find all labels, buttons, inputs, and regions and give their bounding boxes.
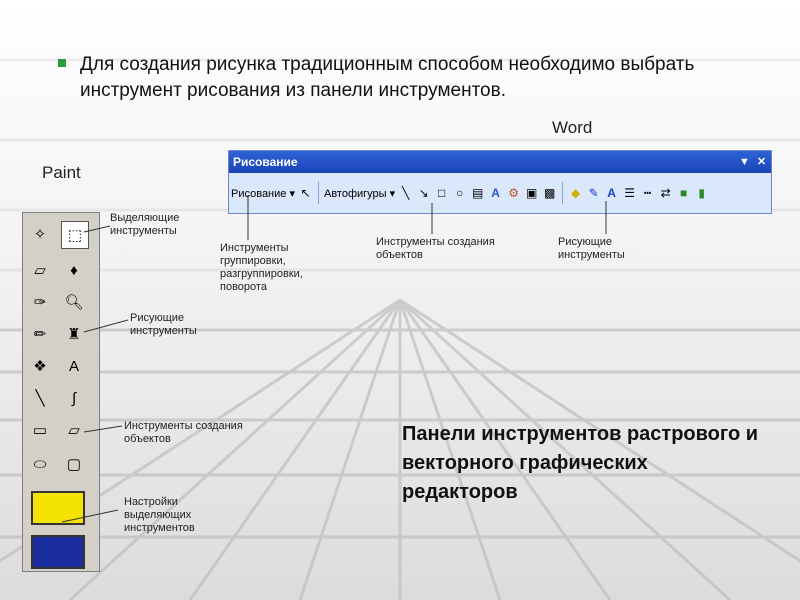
annotation-create-paint: Инструменты создания объектов: [124, 420, 243, 445]
annotation-draw-word: Рисующие инструменты: [558, 236, 625, 261]
annotation-create-word: Инструменты создания объектов: [376, 236, 495, 261]
caption-text: Панели инструментов растрового и векторн…: [402, 423, 759, 503]
annotation-settings: Настройки выделяющих инструментов: [124, 496, 195, 534]
annotation-draw-paint: Рисующие инструменты: [130, 312, 197, 337]
annotation-group-tools: Инструменты группировки, разгруппировки,…: [220, 242, 303, 293]
annotation-select-tools: Выделяющие инструменты: [110, 212, 180, 237]
annotation-lines: [61, 195, 607, 523]
